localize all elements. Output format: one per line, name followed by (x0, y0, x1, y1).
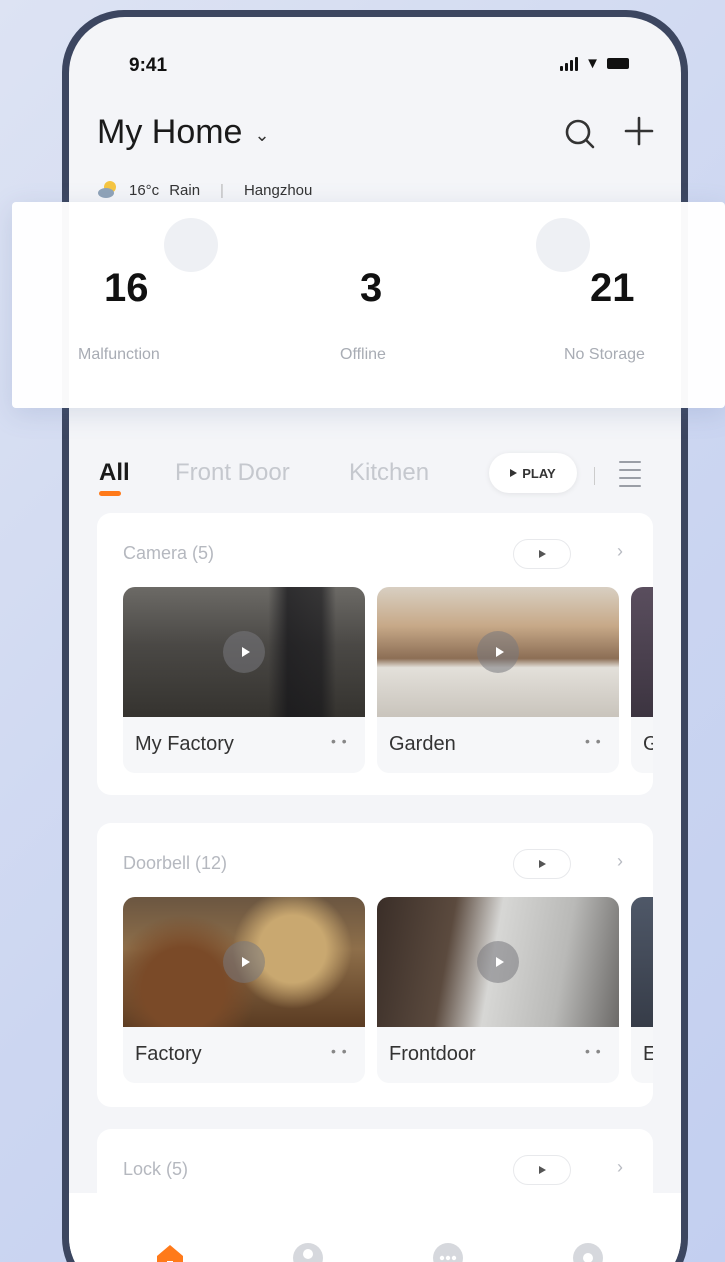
doorbell-card-factory[interactable]: Factory • • (123, 897, 365, 1083)
stat-value: 21 (590, 266, 635, 310)
stat-value: 16 (104, 266, 149, 310)
signal-icon (560, 57, 579, 71)
chevron-right-icon[interactable]: › (617, 541, 623, 562)
doorbell-card-name: E (643, 1043, 653, 1065)
play-all-button[interactable]: PLAY (489, 453, 577, 493)
chevron-down-icon: ⌄ (254, 125, 270, 145)
device-stats-panel: 16 Malfunction 3 Offline 21 No Storage (12, 202, 725, 408)
room-tabs: All Front Door Kitchen PLAY (99, 453, 659, 499)
wifi-icon: ▼ (585, 55, 600, 72)
camera-section: Camera (5) › My Factory • • Garden • • G (97, 513, 653, 795)
add-icon[interactable] (621, 113, 657, 149)
play-icon[interactable] (477, 941, 519, 983)
stat-label: No Storage (564, 346, 645, 363)
doorbell-cards: Factory • • Frontdoor • • E (123, 897, 653, 1083)
doorbell-section-title: Doorbell (12) (123, 853, 228, 873)
settings-icon[interactable] (571, 1241, 605, 1262)
doorbell-card-frontdoor[interactable]: Frontdoor • • (377, 897, 619, 1083)
tab-kitchen[interactable]: Kitchen (349, 459, 429, 487)
chat-icon[interactable] (431, 1241, 465, 1262)
camera-card-garden[interactable]: Garden • • (377, 587, 619, 773)
search-icon[interactable] (563, 117, 597, 151)
play-icon[interactable] (477, 631, 519, 673)
header: My Home ⌄ (97, 113, 657, 153)
home-title: My Home (97, 113, 243, 151)
doorbell-play-button[interactable] (513, 849, 571, 879)
chevron-right-icon[interactable]: › (617, 1157, 623, 1178)
play-icon (538, 550, 546, 558)
play-icon (538, 1166, 546, 1174)
stat-malfunction[interactable]: 16 Malfunction (78, 266, 160, 363)
doorbell-card-partial[interactable]: E (631, 897, 653, 1083)
stat-offline[interactable]: 3 Offline (340, 266, 386, 363)
stat-label: Malfunction (78, 346, 160, 363)
camera-card-name: G (643, 733, 653, 755)
lock-play-button[interactable] (513, 1155, 571, 1185)
home-icon[interactable] (153, 1241, 187, 1262)
play-icon (538, 860, 546, 868)
weather-temperature: 16°c (129, 181, 160, 199)
tab-active-indicator (99, 491, 121, 496)
camera-play-button[interactable] (513, 539, 571, 569)
more-options-icon[interactable]: • • (331, 1043, 348, 1059)
home-selector[interactable]: My Home ⌄ (97, 113, 270, 152)
camera-card-name: My Factory (135, 733, 234, 755)
tab-all[interactable]: All (99, 459, 130, 487)
stat-label: Offline (340, 346, 386, 363)
status-bar: 9:41 ▼ (69, 17, 681, 97)
camera-card-partial[interactable]: G (631, 587, 653, 773)
camera-section-title: Camera (5) (123, 543, 215, 563)
profile-icon[interactable] (291, 1241, 325, 1262)
camera-thumbnail (631, 587, 653, 717)
play-all-label: PLAY (522, 465, 556, 481)
lock-section-title: Lock (5) (123, 1159, 189, 1179)
doorbell-thumbnail (631, 897, 653, 1027)
doorbell-section: Doorbell (12) › Factory • • Frontdoor • … (97, 823, 653, 1107)
weather-bar: 16°c Rain | Hangzhou (97, 179, 312, 201)
play-icon (510, 469, 518, 477)
camera-card-my-factory[interactable]: My Factory • • (123, 587, 365, 773)
weather-divider: | (220, 181, 224, 199)
camera-cards: My Factory • • Garden • • G (123, 587, 653, 773)
more-options-icon[interactable]: • • (585, 1043, 602, 1059)
weather-city: Hangzhou (243, 181, 313, 199)
camera-card-name: Garden (389, 733, 456, 755)
weather-condition: Rain (169, 181, 201, 199)
stats-decoration (164, 218, 218, 272)
more-options-icon[interactable]: • • (585, 733, 602, 749)
tab-front-door[interactable]: Front Door (175, 459, 290, 487)
tab-divider (594, 467, 595, 485)
status-icons: ▼ (560, 55, 629, 72)
status-time: 9:41 (129, 55, 168, 76)
stat-value: 3 (360, 266, 383, 310)
menu-icon[interactable] (619, 461, 641, 487)
play-icon[interactable] (223, 631, 265, 673)
play-icon[interactable] (223, 941, 265, 983)
rain-cloud-icon (98, 181, 116, 198)
stat-no-storage[interactable]: 21 No Storage (564, 266, 645, 363)
doorbell-card-name: Frontdoor (389, 1043, 476, 1065)
more-options-icon[interactable]: • • (331, 733, 348, 749)
doorbell-card-name: Factory (135, 1043, 202, 1065)
bottom-tab-bar (69, 1193, 681, 1262)
stats-decoration (536, 218, 590, 272)
phone-frame: 9:41 ▼ My Home ⌄ 16°c Rain | Hangzhou Al… (62, 10, 688, 1262)
battery-icon (607, 58, 629, 69)
chevron-right-icon[interactable]: › (617, 851, 623, 872)
